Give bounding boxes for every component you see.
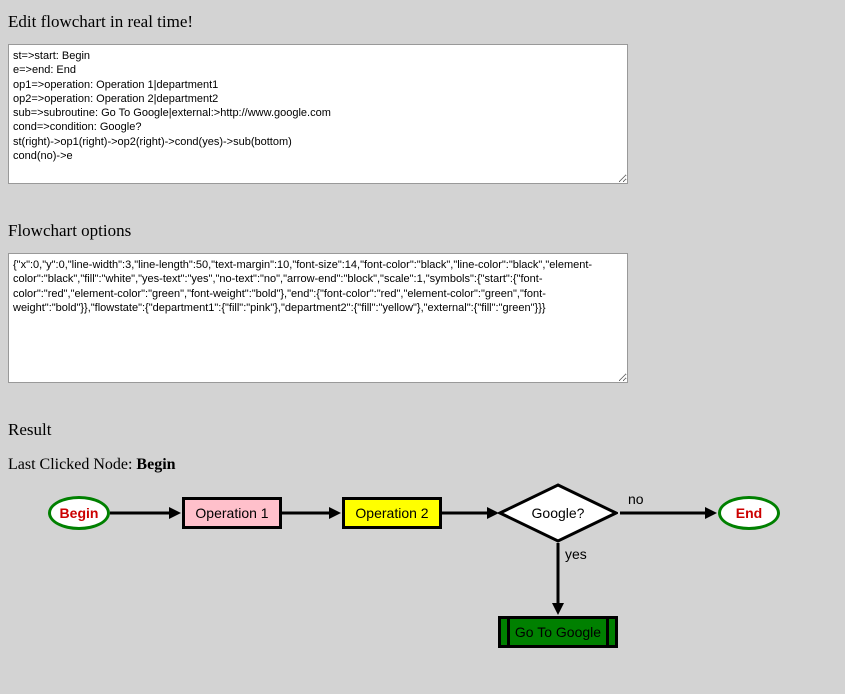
node-end[interactable]: End <box>718 496 780 530</box>
node-condition[interactable]: Google? <box>498 483 618 543</box>
flowchart-options-input[interactable] <box>8 253 628 383</box>
node-end-label: End <box>736 505 762 521</box>
flowchart-code-input[interactable] <box>8 44 628 184</box>
edge-label-yes: yes <box>565 546 587 562</box>
last-clicked-node: Last Clicked Node: Begin <box>8 456 837 474</box>
node-operation-1[interactable]: Operation 1 <box>182 497 282 529</box>
edge-label-no: no <box>628 491 644 507</box>
node-operation-2[interactable]: Operation 2 <box>342 497 442 529</box>
node-start-label: Begin <box>60 505 99 521</box>
node-cond-label: Google? <box>532 505 585 521</box>
edit-title: Edit flowchart in real time! <box>8 12 837 32</box>
flowchart-canvas: Begin Operation 1 Operation 2 Google? En… <box>38 496 838 666</box>
node-start[interactable]: Begin <box>48 496 110 530</box>
last-clicked-label: Last Clicked Node: <box>8 456 136 473</box>
node-op1-label: Operation 1 <box>195 505 268 521</box>
node-sub-label: Go To Google <box>515 624 601 640</box>
last-clicked-value: Begin <box>136 456 175 473</box>
node-op2-label: Operation 2 <box>355 505 428 521</box>
options-title: Flowchart options <box>8 221 837 241</box>
result-title: Result <box>8 420 837 440</box>
node-subroutine[interactable]: Go To Google <box>498 616 618 648</box>
